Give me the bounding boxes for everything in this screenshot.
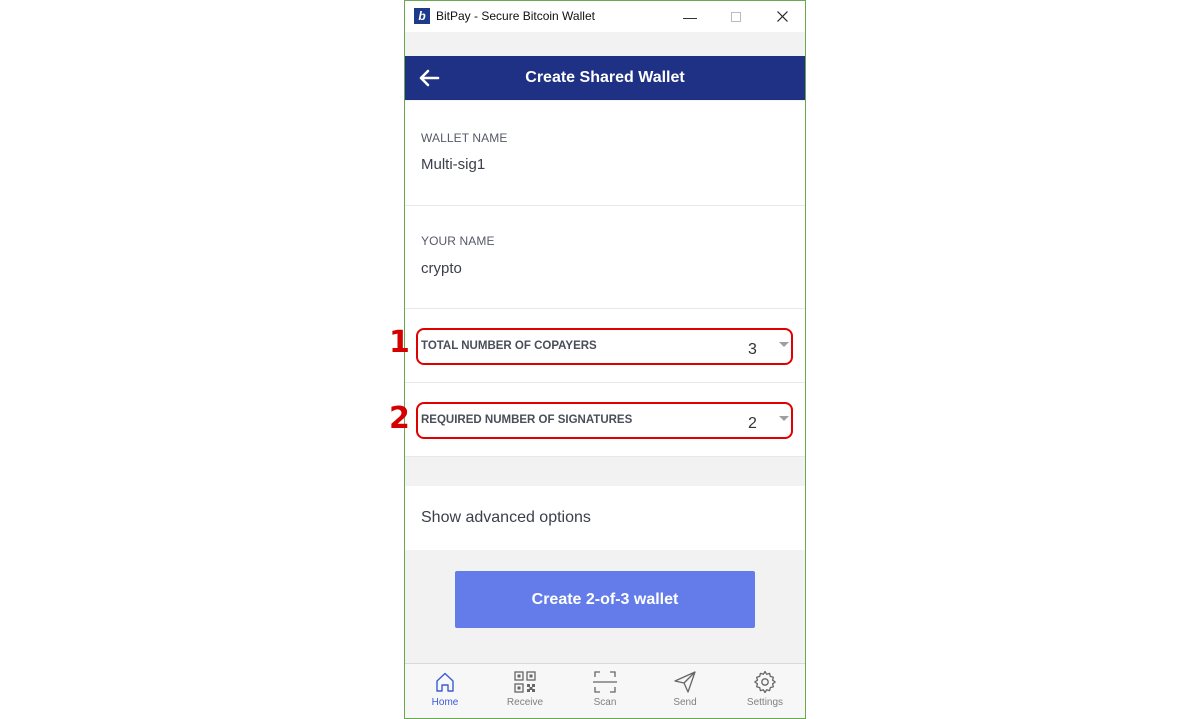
status-strip bbox=[405, 32, 805, 56]
nav-settings[interactable]: Settings bbox=[725, 664, 805, 718]
page-header: Create Shared Wallet bbox=[405, 56, 805, 100]
create-wallet-button[interactable]: Create 2-of-3 wallet bbox=[455, 571, 755, 628]
paper-plane-icon bbox=[674, 671, 696, 693]
nav-receive-label: Receive bbox=[506, 697, 544, 708]
arrow-left-icon bbox=[419, 69, 440, 87]
nav-settings-label: Settings bbox=[746, 697, 784, 708]
home-icon bbox=[436, 672, 454, 692]
highlight-box-copayers bbox=[416, 328, 793, 365]
app-window: b BitPay - Secure Bitcoin Wallet — Creat… bbox=[404, 0, 806, 719]
annotation-marker-2: 2 bbox=[389, 401, 410, 436]
nav-home[interactable]: Home bbox=[405, 664, 485, 718]
bottom-nav: Home Receive Scan Send Settings bbox=[405, 663, 805, 718]
close-icon bbox=[776, 11, 788, 22]
copayers-select[interactable]: TOTAL NUMBER OF COPAYERS 3 bbox=[405, 309, 805, 383]
scan-icon bbox=[593, 671, 617, 693]
annotation-marker-1: 1 bbox=[389, 325, 410, 360]
section-gap bbox=[405, 457, 805, 486]
maximize-icon bbox=[731, 11, 741, 22]
title-bar: b BitPay - Secure Bitcoin Wallet — bbox=[405, 1, 805, 32]
highlight-box-signatures bbox=[416, 402, 793, 439]
advanced-options-toggle[interactable]: Show advanced options bbox=[405, 486, 805, 550]
nav-send[interactable]: Send bbox=[645, 664, 725, 718]
wallet-name-field[interactable]: WALLET NAME Multi-sig1 bbox=[405, 101, 805, 206]
page-title: Create Shared Wallet bbox=[525, 69, 685, 86]
minimize-button[interactable]: — bbox=[667, 1, 713, 32]
gear-icon bbox=[754, 670, 776, 694]
nav-scan[interactable]: Scan bbox=[565, 664, 645, 718]
qr-code-icon bbox=[514, 671, 536, 693]
wallet-name-input[interactable]: Multi-sig1 bbox=[421, 156, 485, 173]
nav-receive[interactable]: Receive bbox=[485, 664, 565, 718]
nav-home-label: Home bbox=[431, 697, 459, 708]
back-button[interactable] bbox=[411, 60, 447, 96]
your-name-label: YOUR NAME bbox=[421, 234, 495, 248]
your-name-input[interactable]: crypto bbox=[421, 260, 462, 277]
window-title: BitPay - Secure Bitcoin Wallet bbox=[436, 9, 595, 23]
bitpay-logo-icon: b bbox=[414, 8, 430, 24]
advanced-options-label: Show advanced options bbox=[421, 509, 591, 526]
your-name-field[interactable]: YOUR NAME crypto bbox=[405, 206, 805, 309]
signatures-select[interactable]: REQUIRED NUMBER OF SIGNATURES 2 bbox=[405, 383, 805, 457]
wallet-name-label: WALLET NAME bbox=[421, 131, 508, 145]
nav-scan-label: Scan bbox=[593, 697, 617, 708]
nav-send-label: Send bbox=[673, 697, 697, 708]
maximize-button[interactable] bbox=[713, 1, 759, 32]
close-button[interactable] bbox=[759, 1, 805, 32]
